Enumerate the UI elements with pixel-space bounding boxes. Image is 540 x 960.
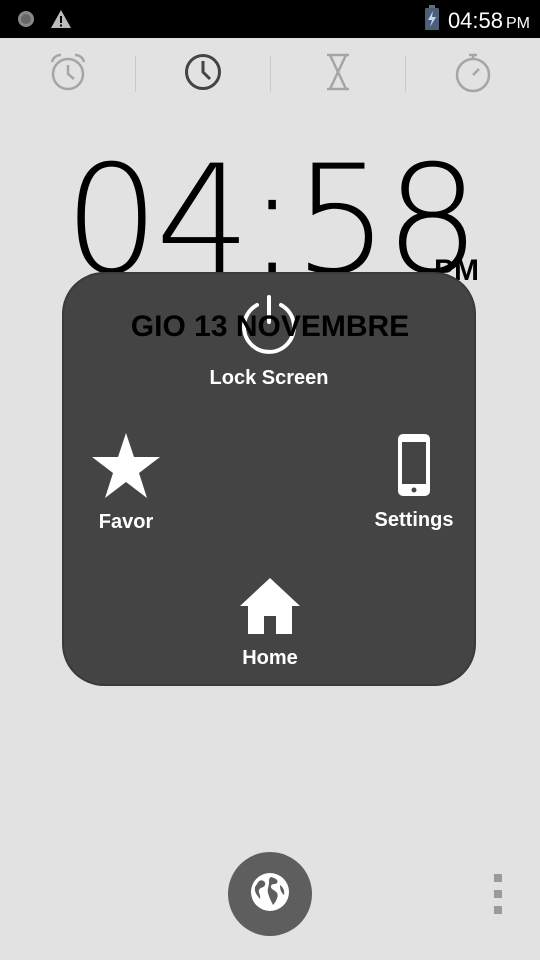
home-button[interactable]: Home (220, 576, 320, 670)
tab-clock[interactable] (135, 38, 270, 110)
settings-label: Settings (374, 509, 454, 531)
home-icon (239, 576, 301, 641)
settings-button[interactable]: Settings (364, 432, 464, 532)
tab-stopwatch[interactable] (405, 38, 540, 110)
overflow-menu-button[interactable] (490, 874, 506, 914)
battery-icon (424, 5, 440, 36)
favor-label: Favor (98, 511, 154, 533)
world-clock-button[interactable] (228, 852, 312, 936)
home-label: Home (242, 647, 298, 669)
tab-timer[interactable] (270, 38, 405, 110)
star-icon (91, 432, 161, 505)
status-ampm: PM (506, 14, 530, 32)
status-time: 04:58 (447, 7, 503, 33)
record-icon (16, 9, 36, 34)
lock-screen-label: Lock Screen (209, 367, 329, 389)
alarm-icon (47, 51, 89, 98)
clock-date: GIO 13 NOVEMBRE (130, 310, 410, 343)
favor-button[interactable]: Favor (76, 432, 176, 534)
globe-icon (249, 871, 291, 918)
tab-alarm[interactable] (0, 38, 135, 110)
stopwatch-icon (453, 51, 493, 98)
status-bar: 04:58 PM (0, 0, 540, 38)
clock-icon (183, 52, 223, 97)
tab-bar (0, 38, 540, 110)
warning-icon (50, 9, 72, 34)
overflow-menu-icon (494, 874, 502, 882)
phone-icon (396, 432, 432, 503)
hourglass-icon (322, 52, 354, 97)
